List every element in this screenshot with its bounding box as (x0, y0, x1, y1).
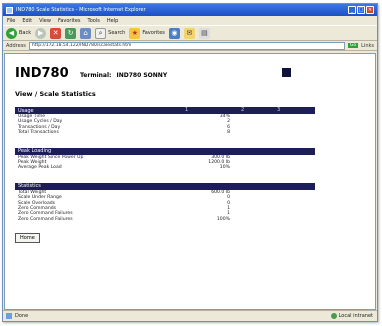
search-label[interactable]: Search (108, 30, 125, 36)
refresh-icon[interactable]: ↻ (65, 27, 77, 39)
row-value: 8 (227, 130, 230, 136)
column-marker: 3 (277, 107, 281, 113)
device-name: IND780 (15, 66, 69, 81)
favorites-star-icon[interactable]: ★ (129, 27, 141, 39)
back-label[interactable]: Back (19, 30, 31, 36)
row-label: Total Transactions (18, 130, 59, 136)
section-header-usage: Usage 1 2 3 (15, 107, 315, 114)
menu-bar: File Edit View Favorites Tools Help (3, 16, 377, 25)
window-title: IND780 Scale Statistics - Microsoft Inte… (16, 7, 146, 13)
media-icon[interactable]: ◉ (168, 27, 180, 39)
row-value: 100% (216, 216, 230, 222)
home-button[interactable]: Home (15, 233, 40, 244)
address-label: Address (6, 42, 26, 49)
terminal-name: IND780 SONNY (116, 72, 168, 79)
close-button[interactable]: × (366, 6, 374, 14)
page-title: View / Scale Statistics (15, 90, 96, 98)
back-arrow-icon[interactable]: ◀ (6, 27, 17, 39)
page-content: IND780 Terminal: IND780 SONNY View / Sca… (4, 53, 376, 310)
menu-tools[interactable]: Tools (88, 18, 100, 24)
row-label: Average Peak Load (18, 165, 62, 171)
table-row: Zero Command Failures 100% (15, 217, 315, 222)
stop-icon[interactable]: ✕ (50, 27, 62, 39)
status-indicator (282, 68, 291, 77)
menu-edit[interactable]: Edit (22, 18, 32, 24)
page-header: IND780 Terminal: IND780 SONNY (15, 66, 365, 81)
forward-arrow-icon[interactable]: ▶ (35, 27, 47, 39)
section-title: Statistics (18, 183, 41, 190)
section-title: Peak Loading (18, 148, 52, 155)
browser-window: IND780 Scale Statistics - Microsoft Inte… (2, 3, 378, 322)
column-marker: 1 (185, 107, 189, 113)
mail-icon[interactable]: ✉ (183, 27, 195, 39)
menu-view[interactable]: View (39, 18, 51, 24)
terminal-label: Terminal: (80, 72, 112, 79)
print-icon[interactable]: ▤ (198, 27, 210, 39)
statistics-table: Usage 1 2 3 Usage Time 34% Usage Cycles … (15, 107, 315, 222)
status-bar: Done Local intranet (3, 310, 377, 321)
status-text: Done (15, 313, 29, 319)
ie-icon (6, 6, 13, 14)
menu-help[interactable]: Help (107, 18, 118, 24)
toolbar: ◀ Back ▶ ✕ ↻ ⌂ ⌕ Search ★ Favorites ◉ ✉ … (3, 25, 377, 41)
row-label: Zero Command Failures (18, 216, 73, 222)
title-bar: IND780 Scale Statistics - Microsoft Inte… (3, 4, 377, 16)
links-label[interactable]: Links (361, 43, 374, 49)
section-header-statistics: Statistics (15, 182, 315, 190)
home-icon[interactable]: ⌂ (80, 27, 92, 39)
search-icon[interactable]: ⌕ (95, 27, 107, 39)
maximize-button[interactable]: □ (357, 6, 365, 14)
globe-icon (330, 313, 337, 319)
address-input[interactable]: http://172.18.54.122/IND780/scalestats.h… (28, 41, 345, 50)
row-value: 10% (219, 165, 230, 171)
menu-file[interactable]: File (7, 18, 15, 24)
terminal-info: Terminal: IND780 SONNY (77, 72, 167, 79)
section-title: Usage (18, 107, 34, 114)
section-header-peak-loading: Peak Loading (15, 147, 315, 155)
security-zone: Local intranet (330, 313, 373, 319)
address-bar: Address http://172.18.54.122/IND780/scal… (3, 41, 377, 51)
zone-label: Local intranet (338, 313, 373, 319)
minimize-button[interactable]: _ (348, 6, 356, 14)
favorites-label[interactable]: Favorites (142, 30, 165, 36)
column-marker: 2 (241, 107, 245, 113)
menu-favorites[interactable]: Favorites (58, 18, 81, 24)
page-done-icon (6, 313, 12, 319)
go-button[interactable]: Go (347, 43, 359, 48)
